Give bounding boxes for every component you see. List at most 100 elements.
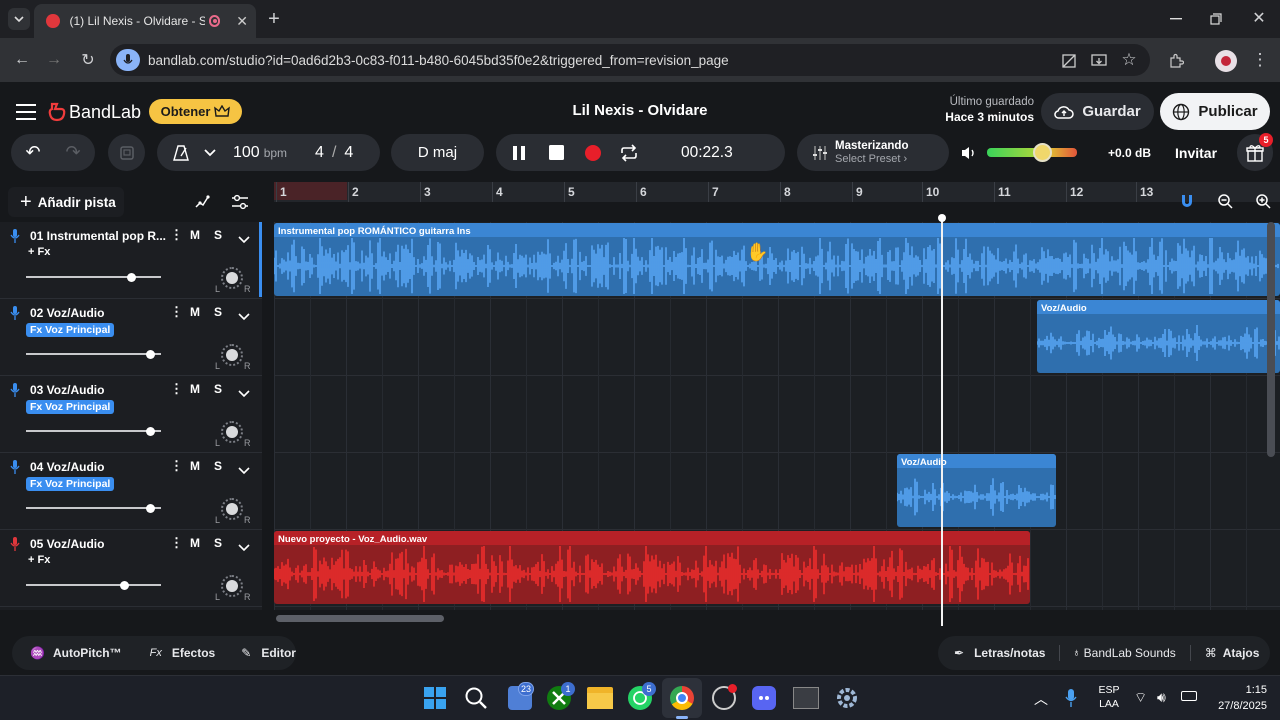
bookmark-star-icon[interactable]: ☆: [1119, 50, 1139, 70]
track-volume-slider[interactable]: [26, 503, 161, 513]
solo-button[interactable]: S: [214, 382, 222, 396]
new-tab-icon[interactable]: +: [264, 8, 284, 30]
track-name[interactable]: 03 Voz/Audio: [30, 383, 104, 397]
track-menu-icon[interactable]: ⋮: [170, 304, 183, 320]
forward-icon[interactable]: →: [44, 50, 64, 70]
horizontal-scroll-thumb[interactable]: [276, 615, 444, 622]
site-info-icon[interactable]: [116, 49, 140, 71]
extensions-icon[interactable]: [1166, 51, 1186, 71]
track-volume-slider[interactable]: [26, 349, 161, 359]
track-fx-button[interactable]: Fx Voz Principal: [26, 477, 115, 491]
track-expand-chevron-icon[interactable]: [238, 308, 250, 326]
pause-icon[interactable]: [512, 145, 526, 161]
discord-icon[interactable]: [752, 686, 776, 710]
redo-icon[interactable]: ↷: [53, 142, 93, 163]
battery-icon[interactable]: [1181, 691, 1197, 701]
arrangement-area[interactable]: Instrumental pop ROMÁNTICO guitarra Ins …: [274, 222, 1280, 610]
mute-button[interactable]: M: [190, 382, 200, 396]
solo-button[interactable]: S: [214, 305, 222, 319]
track-mic-icon[interactable]: [10, 382, 20, 403]
track-menu-icon[interactable]: ⋮: [170, 535, 183, 551]
save-snapshot-button[interactable]: [108, 134, 145, 171]
audio-clip[interactable]: Instrumental pop ROMÁNTICO guitarra Ins: [274, 223, 1280, 296]
track-expand-chevron-icon[interactable]: [238, 231, 250, 249]
track-name[interactable]: 05 Voz/Audio: [30, 537, 104, 551]
master-volume-slider[interactable]: [987, 143, 1077, 162]
metronome-icon[interactable]: [171, 144, 191, 162]
track-name[interactable]: 02 Voz/Audio: [30, 306, 104, 320]
no-tracking-icon[interactable]: [1060, 52, 1078, 70]
loop-icon[interactable]: [619, 143, 639, 162]
tab-close-icon[interactable]: ✕: [236, 13, 248, 30]
metronome-dropdown-icon[interactable]: [203, 148, 217, 157]
key-button[interactable]: D maj: [391, 134, 484, 171]
save-button[interactable]: Guardar: [1041, 93, 1154, 130]
track-volume-knob[interactable]: [120, 580, 130, 590]
settings-gear-icon[interactable]: [835, 686, 859, 710]
horizontal-scrollbar[interactable]: [274, 614, 1280, 622]
browser-tab[interactable]: (1) Lil Nexis - Olvidare - Stu ✕: [34, 4, 256, 38]
track-pan-knob[interactable]: [221, 421, 243, 443]
show-hidden-icons-icon[interactable]: ︿: [1034, 689, 1048, 709]
track-fx-button[interactable]: + Fx: [28, 554, 50, 566]
track-pan-knob[interactable]: [221, 267, 243, 289]
invite-button[interactable]: Invitar: [1175, 145, 1217, 161]
track-volume-slider[interactable]: [26, 272, 161, 282]
track-row[interactable]: 04 Voz/Audio ⋮ M S Fx Voz Principal L R: [0, 453, 262, 530]
speaker-icon[interactable]: 🔊︎: [1157, 689, 1166, 706]
playhead-handle[interactable]: [938, 214, 946, 222]
track-volume-knob[interactable]: [145, 503, 155, 513]
window-close-icon[interactable]: ✕: [1249, 8, 1269, 28]
record-icon[interactable]: [584, 144, 602, 162]
chrome-icon[interactable]: [670, 686, 694, 710]
profile-avatar[interactable]: [1215, 50, 1237, 72]
track-volume-knob[interactable]: [126, 272, 136, 282]
track-fx-button[interactable]: + Fx: [28, 246, 50, 258]
address-bar[interactable]: bandlab.com/studio?id=0ad6d2b3-0c83-f011…: [110, 44, 1150, 76]
mute-button[interactable]: M: [190, 536, 200, 550]
mastering-button[interactable]: Masterizando Select Preset ›: [797, 134, 949, 171]
file-explorer-icon[interactable]: [587, 687, 613, 709]
zoom-out-icon[interactable]: [1214, 190, 1236, 212]
undo-icon[interactable]: ↶: [13, 142, 53, 163]
zoom-in-icon[interactable]: [1252, 190, 1274, 212]
wifi-icon[interactable]: ⌔: [1134, 689, 1147, 707]
clock[interactable]: 1:15 27/8/2025: [1205, 683, 1267, 715]
tempo-value[interactable]: 100: [233, 144, 260, 162]
master-volume-knob[interactable]: [1033, 143, 1053, 162]
teams-icon[interactable]: 23: [508, 682, 534, 710]
master-volume-icon[interactable]: [960, 144, 978, 162]
track-lane[interactable]: [274, 607, 1280, 610]
track-mic-icon[interactable]: [10, 305, 20, 326]
track-expand-chevron-icon[interactable]: [238, 385, 250, 403]
track-expand-chevron-icon[interactable]: [238, 539, 250, 557]
track-menu-icon[interactable]: ⋮: [170, 381, 183, 397]
gift-button[interactable]: 5: [1237, 133, 1273, 171]
mute-button[interactable]: M: [190, 459, 200, 473]
obs-icon[interactable]: [712, 684, 737, 710]
publish-button[interactable]: Publicar: [1160, 93, 1270, 130]
track-volume-knob[interactable]: [145, 349, 155, 359]
time-signature[interactable]: 4 / 4: [315, 144, 353, 162]
track-pan-knob[interactable]: [221, 575, 243, 597]
track-name[interactable]: 04 Voz/Audio: [30, 460, 104, 474]
track-row[interactable]: 02 Voz/Audio ⋮ M S Fx Voz Principal L R: [0, 299, 262, 376]
track-mic-icon[interactable]: [10, 536, 20, 557]
timeline-ruler[interactable]: 1 2 3 4 5 6 7 8 9 10 11 12 13: [274, 182, 1280, 202]
track-menu-icon[interactable]: ⋮: [170, 458, 183, 474]
lyrics-button[interactable]: ✒ Letras/notas: [954, 646, 1045, 660]
track-fx-button[interactable]: Fx Voz Principal: [26, 400, 115, 414]
media-app-icon[interactable]: [793, 687, 819, 709]
track-mic-icon[interactable]: [10, 459, 20, 480]
track-menu-icon[interactable]: ⋮: [170, 227, 183, 243]
solo-button[interactable]: S: [214, 536, 222, 550]
whatsapp-icon[interactable]: 5: [628, 682, 656, 710]
track-settings-icon[interactable]: [226, 189, 254, 215]
track-row[interactable]: 03 Voz/Audio ⋮ M S Fx Voz Principal L R: [0, 376, 262, 453]
minimize-icon[interactable]: [1166, 9, 1186, 29]
bandlab-sounds-button[interactable]: ♁ BandLab Sounds: [1072, 646, 1175, 660]
back-icon[interactable]: ←: [12, 50, 32, 70]
track-row[interactable]: 01 Instrumental pop R... ⋮ M S + Fx L R: [0, 222, 262, 299]
track-volume-knob[interactable]: [145, 426, 155, 436]
xbox-icon[interactable]: 1: [547, 682, 575, 710]
